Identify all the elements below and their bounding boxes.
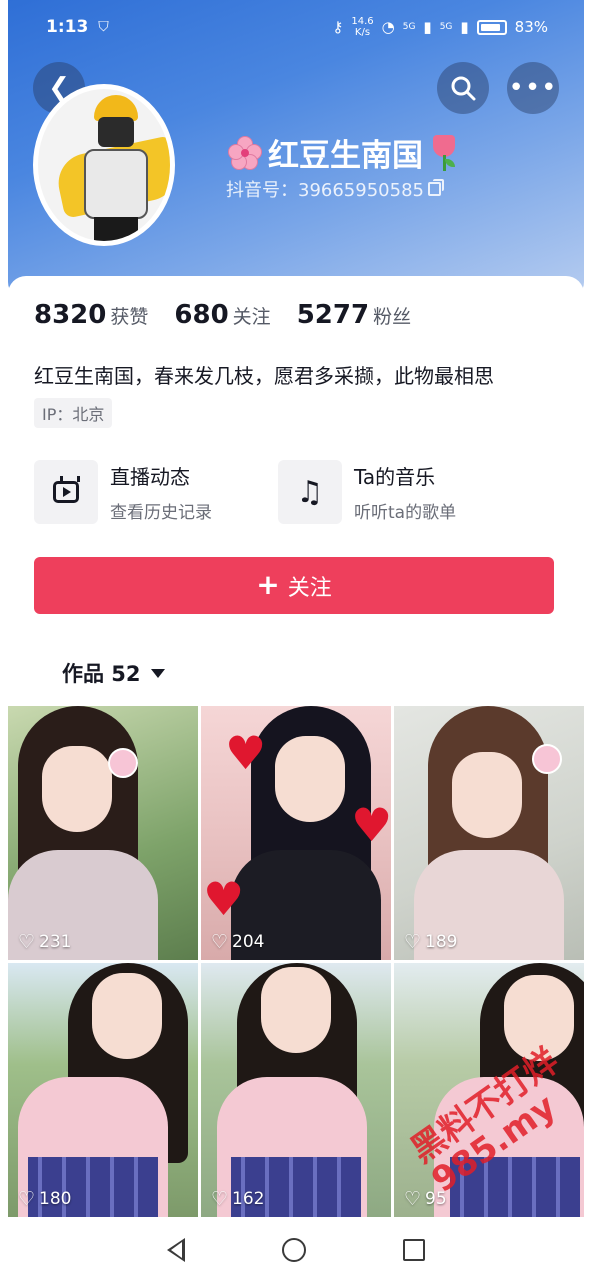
nav-back-icon[interactable] bbox=[166, 1238, 185, 1262]
like-count: ♡ 231 bbox=[18, 930, 72, 953]
status-right: ⚷ 14.6 K/s ◔ 5G ▮ 5G ▮ 83% bbox=[332, 16, 548, 38]
music-title: Ta的音乐 bbox=[354, 465, 436, 489]
shield-icon: ⛉ bbox=[98, 19, 109, 35]
signal-icon: ▮ bbox=[423, 18, 432, 36]
stat-following[interactable]: 680 关注 bbox=[174, 300, 270, 330]
like-count: ♡ 189 bbox=[404, 930, 458, 953]
stats-row: 8320 获赞 680 关注 5277 粉丝 bbox=[34, 300, 411, 330]
caret-down-icon bbox=[150, 668, 165, 678]
live-title: 直播动态 bbox=[110, 465, 190, 489]
heart-outline-icon: ♡ bbox=[211, 1187, 229, 1210]
heart-outline-icon: ♡ bbox=[18, 1187, 36, 1210]
nav-recents-icon[interactable] bbox=[403, 1239, 426, 1261]
heart-sticker-icon: ♥ bbox=[225, 726, 267, 780]
stat-followers[interactable]: 5277 粉丝 bbox=[297, 300, 411, 330]
battery-percent: 83% bbox=[514, 18, 548, 36]
tab-works[interactable]: 作品 52 bbox=[62, 658, 165, 688]
like-count: ♡ 162 bbox=[211, 1187, 265, 1210]
ip-location-badge: IP：北京 bbox=[34, 398, 113, 428]
video-thumbnail[interactable]: ♡ 180 bbox=[8, 963, 198, 1217]
like-count: ♡ 180 bbox=[18, 1187, 72, 1210]
heart-outline-icon: ♡ bbox=[211, 930, 229, 953]
more-button[interactable]: ••• bbox=[507, 62, 559, 114]
tv-icon bbox=[53, 481, 79, 503]
signal-2: 5G bbox=[439, 22, 453, 32]
key-icon: ⚷ bbox=[332, 18, 344, 36]
video-thumbnail[interactable]: ♡ 189 bbox=[394, 706, 584, 960]
douyin-id-text: 抖音号：39665950585 bbox=[226, 180, 424, 201]
nav-home-icon[interactable] bbox=[281, 1238, 306, 1262]
stat-likes[interactable]: 8320 获赞 bbox=[34, 300, 148, 330]
signal-icon: ▮ bbox=[460, 18, 469, 36]
works-tab-label: 作品 52 bbox=[62, 662, 141, 686]
search-button[interactable] bbox=[437, 62, 489, 114]
music-note-icon: ♫ bbox=[296, 474, 324, 510]
live-history-entry[interactable]: 直播动态 查看历史记录 bbox=[34, 460, 212, 524]
douyin-id[interactable]: 抖音号：39665950585 bbox=[226, 176, 444, 202]
plus-icon: + bbox=[256, 567, 280, 601]
follow-button[interactable]: + 关注 bbox=[34, 557, 554, 614]
heart-outline-icon: ♡ bbox=[404, 930, 422, 953]
music-entry[interactable]: ♫ Ta的音乐 听听ta的歌单 bbox=[278, 460, 456, 524]
copy-icon[interactable] bbox=[427, 179, 444, 196]
like-count: ♡ 95 bbox=[404, 1187, 447, 1210]
video-thumbnail[interactable]: ♥ ♥ ♥ ♡ 204 bbox=[201, 706, 391, 960]
video-thumbnail[interactable]: ♡ 231 bbox=[8, 706, 198, 960]
bio-text: 红豆生南国，春来发几枝，愿君多采撷，此物最相思 bbox=[34, 364, 494, 388]
music-subtitle: 听听ta的歌单 bbox=[354, 503, 457, 523]
heart-outline-icon: ♡ bbox=[404, 1187, 422, 1210]
wifi-icon: ◔ bbox=[381, 18, 395, 36]
profile-name-text: 红豆生南国 bbox=[268, 138, 423, 174]
search-icon bbox=[451, 76, 476, 101]
live-subtitle: 查看历史记录 bbox=[110, 503, 212, 523]
avatar-image bbox=[38, 89, 170, 241]
like-count: ♡ 204 bbox=[211, 930, 265, 953]
status-bar: 1:13 ⛉ ⚷ 14.6 K/s ◔ 5G ▮ 5G ▮ 83% bbox=[8, 0, 584, 54]
avatar[interactable] bbox=[33, 84, 175, 246]
profile-name: 红豆生南国 bbox=[226, 130, 461, 175]
more-dots-icon: ••• bbox=[508, 73, 558, 103]
video-thumbnail[interactable]: ♡ 162 bbox=[201, 963, 391, 1217]
sakura-icon bbox=[226, 134, 264, 172]
battery-icon bbox=[476, 19, 507, 35]
heart-sticker-icon: ♥ bbox=[351, 798, 391, 852]
tulip-icon bbox=[427, 133, 461, 173]
system-navigation-bar bbox=[8, 1220, 584, 1280]
heart-outline-icon: ♡ bbox=[18, 930, 36, 953]
heart-sticker-icon: ♥ bbox=[203, 872, 245, 926]
status-time: 1:13 bbox=[46, 17, 89, 37]
network-speed: 14.6 K/s bbox=[351, 16, 374, 38]
signal-1: 5G bbox=[402, 22, 416, 32]
follow-button-label: 关注 bbox=[287, 575, 332, 601]
